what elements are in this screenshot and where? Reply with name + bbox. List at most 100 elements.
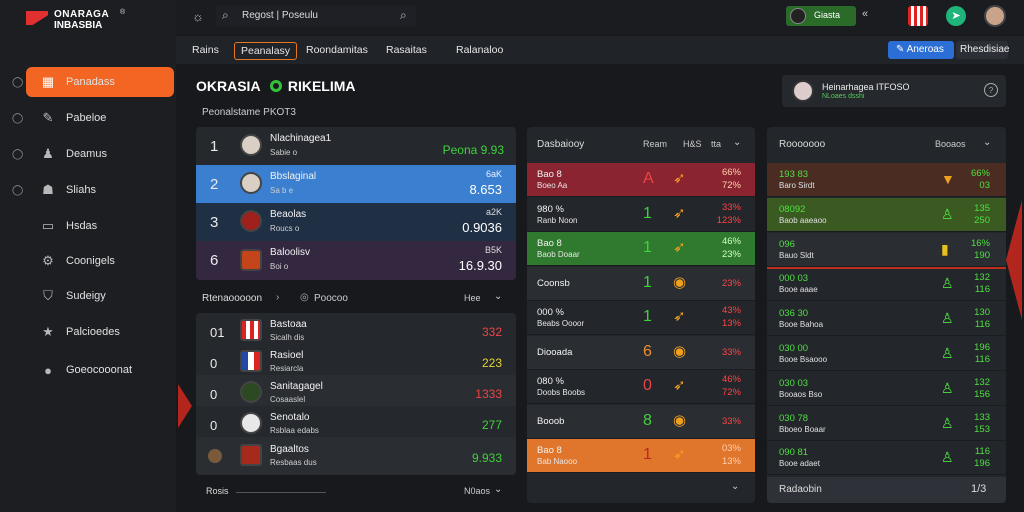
- secondary-button[interactable]: Rhesdisiae: [956, 41, 1009, 59]
- chevron-down-icon[interactable]: ⌄: [494, 484, 502, 495]
- market-row[interactable]: 030 78 Bboeo Boaar ♙ 133 153: [767, 406, 1006, 441]
- fixtures-title: Rtenaooooon: [202, 293, 263, 304]
- odds-row[interactable]: Bao 8 Boeo Aa A ➶ 66% 72%: [527, 163, 755, 197]
- flame-icon: ◉: [673, 411, 687, 429]
- odds-col-b: H&S: [683, 139, 702, 149]
- chevron-down-icon[interactable]: ⌄: [983, 137, 991, 148]
- sidebar-item-label: Panadass: [66, 76, 115, 88]
- market-name: 030 03: [779, 377, 809, 389]
- odds-num: 1: [643, 239, 652, 256]
- odds-pct2: 123%: [716, 214, 741, 226]
- tab-rains[interactable]: Rains: [186, 42, 225, 60]
- odds-sub: Baob Doaar: [537, 250, 580, 259]
- market-v1: 196: [974, 342, 990, 353]
- market-filter[interactable]: Booaos: [935, 139, 966, 149]
- market-row[interactable]: 08092 Baob aaeaoo ♙ 135 250: [767, 197, 1006, 232]
- logo-text-line2: INBASBIA: [54, 20, 103, 31]
- avatar: [240, 249, 262, 271]
- notification-card[interactable]: Heinarhagea ITFOSO NLoaes dsshi ?: [782, 75, 1006, 107]
- odds-row[interactable]: Coonsb 1 ◉ 23%: [527, 266, 755, 301]
- note-icon: ▭: [41, 218, 55, 233]
- user-badge-label: Giasta: [814, 10, 841, 20]
- odds-row[interactable]: Booob 8 ◉ 33%: [527, 404, 755, 439]
- search-input[interactable]: Regost | Poseulu: [242, 10, 318, 21]
- search-submit-icon[interactable]: ⌕: [400, 8, 407, 23]
- team-sub: Sicalh dis: [270, 333, 305, 342]
- chevron-down-icon[interactable]: ⌄: [733, 137, 741, 148]
- sidebar-item-sliahs[interactable]: ◯ ☗ Sliahs: [0, 175, 176, 205]
- table-row[interactable]: Bgaaltos Resbaas dus 9.933: [196, 437, 516, 475]
- notification-title: Heinarhagea ITFOSO: [822, 82, 910, 92]
- sidebar-item-palcioedes[interactable]: ★ Palcioedes: [0, 317, 176, 347]
- odds-pct1: 43%: [721, 305, 741, 316]
- odds-row[interactable]: Bao 8 Bab Naooo 1 ➶ 03% 13%: [527, 439, 755, 473]
- market-sub: Bboeo Boaar: [779, 424, 826, 434]
- odds-pct1: 66%: [721, 167, 741, 178]
- tab-roondamitas[interactable]: Roondamitas: [300, 42, 374, 60]
- chevron-down-icon[interactable]: ⌄: [731, 481, 739, 492]
- odds-title: Dasbaiooy: [537, 139, 585, 150]
- market-sub: Bauo Sldt: [779, 250, 814, 260]
- odds-num: 1: [643, 308, 652, 325]
- sidebar-item-goeocooonat[interactable]: ● Goeocooonat: [0, 355, 176, 385]
- boost-icon: ➶: [673, 308, 686, 325]
- club-crest-icon[interactable]: [908, 6, 928, 26]
- market-row[interactable]: 000 03 Booe aaae ♙ 132 116: [767, 267, 1006, 302]
- search-box[interactable]: ⌕ Regost | Poseulu ⌕: [216, 5, 416, 27]
- sidebar-item-hsdas[interactable]: ▭ Hsdas: [0, 211, 176, 241]
- sidebar-item-coonigels[interactable]: ⚙ Coonigels: [0, 246, 176, 276]
- player-icon: ♙: [941, 379, 954, 396]
- chevron-right-icon[interactable]: ›: [276, 292, 279, 303]
- market-row[interactable]: 090 81 Booe adaet ♙ 116 196: [767, 441, 1006, 476]
- odds-row[interactable]: Bao 8 Baob Doaar 1 ➶ 46% 23%: [527, 232, 755, 266]
- score-value: 223: [481, 356, 502, 370]
- fixtures-sort[interactable]: Hee: [464, 293, 481, 303]
- tab-ralanaloo[interactable]: Ralanaloo: [450, 42, 509, 60]
- market-sub: Booe Bsaooo: [779, 355, 828, 364]
- sidebar-item-sudeigy[interactable]: ⛉ Sudeigy: [0, 281, 176, 311]
- sidebar-item-label: Coonigels: [66, 255, 115, 267]
- collapse-chevrons[interactable]: «: [862, 8, 868, 20]
- tab-peanalasy[interactable]: Peanalasy: [234, 42, 298, 60]
- tab-rasaitas[interactable]: Rasaitas: [380, 42, 433, 60]
- odds-row[interactable]: 000 % Beabs Oooor 1 ➶ 43% 13%: [527, 301, 755, 335]
- rank: 01: [210, 324, 225, 340]
- action-button[interactable]: ✎ Aneroas: [888, 41, 954, 59]
- fixtures-footer-right[interactable]: N0aos: [464, 486, 490, 496]
- logo[interactable]: ONARAGA INBASBIA ®: [26, 9, 156, 33]
- rank: 1: [210, 137, 219, 155]
- rank: 3: [210, 213, 219, 231]
- help-icon[interactable]: ?: [984, 83, 998, 97]
- player-icon: ♙: [941, 310, 954, 327]
- settings-icon: ⚙: [42, 253, 54, 268]
- market-name: 036 30: [779, 308, 809, 320]
- notification-icon[interactable]: ➤: [946, 6, 966, 26]
- market-row[interactable]: 036 30 Booe Bahoa ♙ 130 116: [767, 302, 1006, 337]
- sidebar-item-deamus[interactable]: ◯ ♟ Deamus: [0, 139, 176, 169]
- table-row[interactable]: 1 Nlachinagea1 Sabie o Peona 9.93: [196, 127, 516, 165]
- odds-row[interactable]: 980 % Ranb Noon 1 ➶ 33% 123%: [527, 197, 755, 232]
- chevron-down-icon[interactable]: ⌄: [494, 291, 502, 302]
- market-row[interactable]: 193 83 Baro Sirdt ▼ 66% 03: [767, 163, 1006, 197]
- table-row[interactable]: 6 Baloolisv Boi o B5K 16.9.30: [196, 241, 516, 280]
- table-row[interactable]: 3 Beaolas Roucs o a2K 0.9036: [196, 203, 516, 241]
- brightness-icon[interactable]: ☼: [192, 9, 204, 24]
- odds-row[interactable]: 080 % Doobs Boobs 0 ➶ 46% 72%: [527, 370, 755, 404]
- team-name: Nlachinagea1: [270, 133, 332, 144]
- market-row[interactable]: 096 Bauo Sldt ▮ 16% 190: [767, 232, 1006, 267]
- odds-row[interactable]: Diooada 6 ◉ 33%: [527, 335, 755, 370]
- user-badge[interactable]: Giasta: [786, 6, 856, 26]
- profile-avatar[interactable]: [984, 5, 1006, 27]
- fixtures-filter[interactable]: Poocoo: [314, 293, 348, 304]
- market-v1: 66%: [970, 168, 990, 179]
- title-left: OKRASIA: [196, 78, 261, 94]
- market-row[interactable]: 030 03 Booaos Bso ♙ 132 156: [767, 371, 1006, 406]
- table-row[interactable]: 2 Bbslaginal Sa b e 6aK 8.653: [196, 165, 516, 203]
- market-row[interactable]: 030 00 Booe Bsaooo ♙ 196 116: [767, 337, 1006, 371]
- sidebar-item-label: Sliahs: [66, 184, 96, 196]
- sidebar-item-panadass[interactable]: ◯ ▦ Panadass: [0, 67, 176, 97]
- odds-col-c: tta: [711, 139, 722, 149]
- market-header: Rooooooo Booaos ⌄: [767, 127, 1006, 163]
- sidebar-item-pabeloe[interactable]: ◯ ✎ Pabeloe: [0, 103, 176, 133]
- pen-icon: ✎: [42, 110, 54, 125]
